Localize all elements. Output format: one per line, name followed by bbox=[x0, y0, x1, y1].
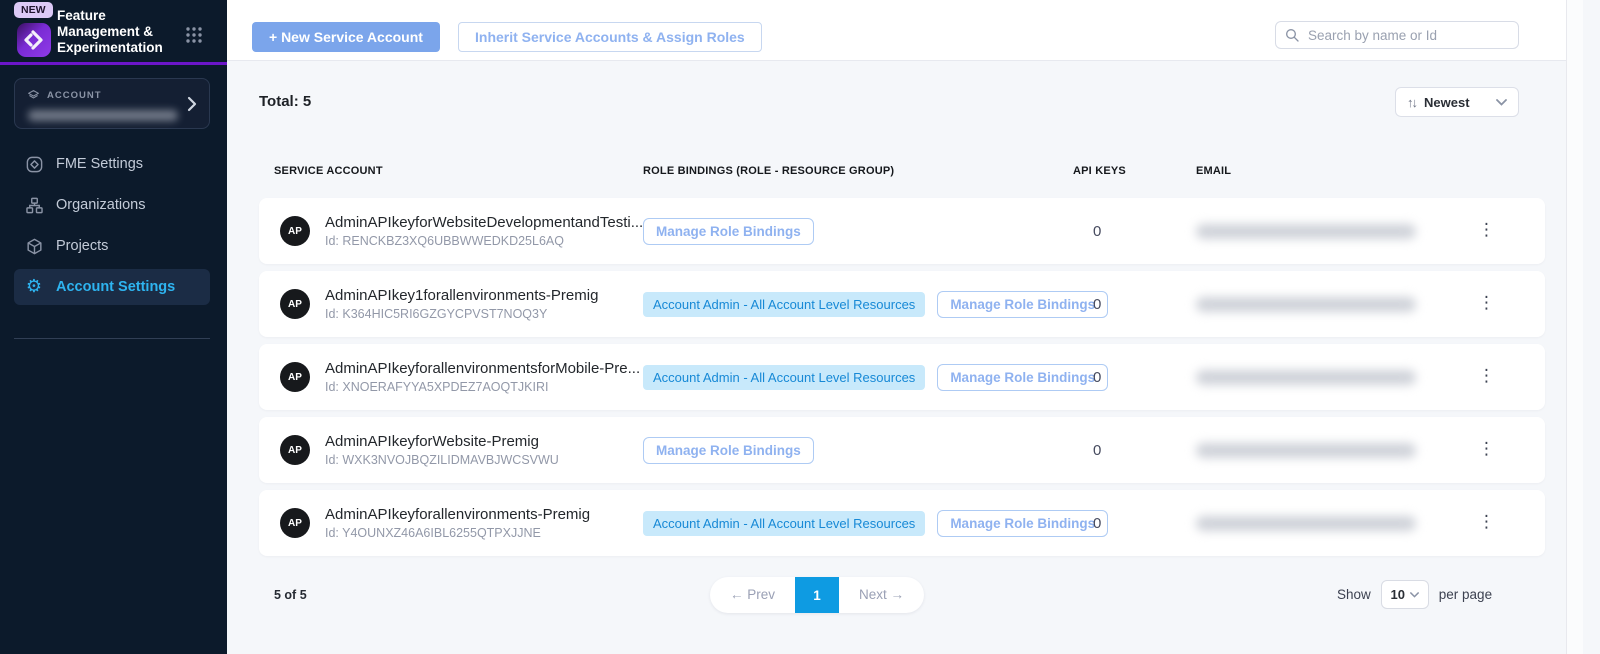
email-redacted bbox=[1196, 370, 1416, 385]
table-row: AP AdminAPIkey1forallenvironments-Premig… bbox=[259, 271, 1545, 337]
show-label: Show bbox=[1337, 587, 1371, 602]
sort-arrows-icon: ↑↓ bbox=[1407, 95, 1416, 110]
sort-selected-value: Newest bbox=[1424, 95, 1488, 110]
per-page-label: per page bbox=[1439, 587, 1492, 602]
role-binding-badge: Account Admin - All Account Level Resour… bbox=[643, 292, 925, 317]
org-chart-icon bbox=[24, 195, 44, 215]
topbar: + New Service Account Inherit Service Ac… bbox=[227, 0, 1583, 61]
role-binding-badge: Account Admin - All Account Level Resour… bbox=[643, 365, 925, 390]
account-selector[interactable]: ACCOUNT bbox=[14, 78, 210, 129]
service-account-name: AdminAPIkeyforallenvironmentsforMobile-P… bbox=[325, 360, 640, 377]
column-header-api-keys: API KEYS bbox=[1073, 165, 1196, 177]
new-badge: NEW bbox=[14, 2, 53, 18]
avatar: AP bbox=[280, 216, 310, 246]
table-header-row: SERVICE ACCOUNT ROLE BINDINGS (ROLE - RE… bbox=[259, 165, 1545, 177]
manage-role-bindings-button[interactable]: Manage Role Bindings bbox=[643, 218, 814, 245]
next-page-button[interactable]: Next → bbox=[839, 577, 924, 613]
gear-icon: ⚙ bbox=[24, 277, 44, 297]
fme-logo-icon bbox=[24, 154, 44, 174]
table-row: AP AdminAPIkeyforallenvironments-Premig … bbox=[259, 490, 1545, 556]
kebab-menu-icon[interactable]: ⋮ bbox=[1478, 220, 1495, 240]
prev-page-button[interactable]: ← Prev bbox=[710, 577, 795, 613]
layers-icon bbox=[27, 89, 40, 102]
accent-divider bbox=[0, 62, 227, 65]
pagination: ← Prev 1 Next → bbox=[710, 577, 924, 613]
api-keys-count: 0 bbox=[1073, 369, 1196, 386]
search-input[interactable] bbox=[1275, 21, 1519, 49]
service-account-name: AdminAPIkeyforWebsiteDevelopmentandTesti… bbox=[325, 214, 643, 231]
service-account-name: AdminAPIkeyforWebsite-Premig bbox=[325, 433, 559, 450]
manage-role-bindings-button[interactable]: Manage Role Bindings bbox=[643, 437, 814, 464]
service-account-name: AdminAPIkey1forallenvironments-Premig bbox=[325, 287, 598, 304]
sidebar-item-organizations[interactable]: Organizations bbox=[14, 187, 210, 223]
chevron-down-icon bbox=[1410, 592, 1419, 598]
sidebar: NEW Feature Management & Experimentation bbox=[0, 0, 227, 654]
page-size-select[interactable]: 10 bbox=[1381, 580, 1429, 609]
column-header-role-bindings: ROLE BINDINGS (ROLE - RESOURCE GROUP) bbox=[643, 165, 1073, 177]
page-number-active[interactable]: 1 bbox=[795, 577, 839, 613]
service-account-table: AP AdminAPIkeyforWebsiteDevelopmentandTe… bbox=[259, 198, 1545, 563]
avatar: AP bbox=[280, 508, 310, 538]
main-area: + New Service Account Inherit Service Ac… bbox=[227, 0, 1583, 654]
content-area: Total: 5 ↑↓ Newest SERVICE ACCOUNT ROLE … bbox=[227, 61, 1583, 654]
service-account-id: Id: Y4OUNXZ46A6IBL6255QTPXJJNE bbox=[325, 526, 590, 540]
role-binding-badge: Account Admin - All Account Level Resour… bbox=[643, 511, 925, 536]
kebab-menu-icon[interactable]: ⋮ bbox=[1478, 293, 1495, 313]
app-logo-icon bbox=[16, 22, 52, 58]
kebab-menu-icon[interactable]: ⋮ bbox=[1478, 366, 1495, 386]
sidebar-item-fme-settings[interactable]: FME Settings bbox=[14, 146, 210, 182]
sort-dropdown[interactable]: ↑↓ Newest bbox=[1395, 87, 1519, 117]
sidebar-item-label: FME Settings bbox=[56, 156, 143, 172]
sidebar-divider bbox=[14, 338, 210, 339]
inherit-service-accounts-button[interactable]: Inherit Service Accounts & Assign Roles bbox=[458, 22, 762, 52]
chevron-down-icon bbox=[1496, 99, 1507, 106]
kebab-menu-icon[interactable]: ⋮ bbox=[1478, 439, 1495, 459]
sidebar-item-account-settings[interactable]: ⚙ Account Settings bbox=[14, 269, 210, 305]
service-account-id: Id: WXK3NVOJBQZILIDMAVBJWCSVWU bbox=[325, 453, 559, 467]
column-header-service-account: SERVICE ACCOUNT bbox=[259, 165, 643, 177]
email-redacted bbox=[1196, 297, 1416, 312]
api-keys-count: 0 bbox=[1073, 515, 1196, 532]
api-keys-count: 0 bbox=[1073, 442, 1196, 459]
kebab-menu-icon[interactable]: ⋮ bbox=[1478, 512, 1495, 532]
sidebar-item-label: Organizations bbox=[56, 197, 145, 213]
sidebar-item-label: Account Settings bbox=[56, 279, 175, 295]
api-keys-count: 0 bbox=[1073, 296, 1196, 313]
sidebar-item-label: Projects bbox=[56, 238, 108, 254]
table-row: AP AdminAPIkeyforallenvironmentsforMobil… bbox=[259, 344, 1545, 410]
avatar: AP bbox=[280, 362, 310, 392]
service-account-name: AdminAPIkeyforallenvironments-Premig bbox=[325, 506, 590, 523]
email-redacted bbox=[1196, 224, 1416, 239]
sidebar-nav: FME Settings Organizations Projects bbox=[14, 146, 210, 310]
new-service-account-button[interactable]: + New Service Account bbox=[252, 22, 440, 52]
sidebar-item-projects[interactable]: Projects bbox=[14, 228, 210, 264]
chevron-right-icon bbox=[187, 96, 197, 112]
service-account-id: Id: K364HIC5RI6GZGYCPVST7NOQ3Y bbox=[325, 307, 598, 321]
email-redacted bbox=[1196, 443, 1416, 458]
table-row: AP AdminAPIkeyforWebsiteDevelopmentandTe… bbox=[259, 198, 1545, 264]
page-size-control: Show 10 per page bbox=[1337, 580, 1492, 609]
service-account-id: Id: RENCKBZ3XQ6UBBWWEDKD25L6AQ bbox=[325, 234, 643, 248]
table-row: AP AdminAPIkeyforWebsite-Premig Id: WXK3… bbox=[259, 417, 1545, 483]
api-keys-count: 0 bbox=[1073, 223, 1196, 240]
search-box bbox=[1275, 21, 1519, 49]
email-redacted bbox=[1196, 516, 1416, 531]
app-switcher-grid-icon[interactable] bbox=[185, 26, 203, 44]
avatar: AP bbox=[280, 435, 310, 465]
account-name-redacted bbox=[28, 110, 178, 121]
sidebar-header: NEW Feature Management & Experimentation bbox=[0, 0, 227, 62]
avatar: AP bbox=[280, 289, 310, 319]
search-icon bbox=[1284, 27, 1300, 43]
total-count: Total: 5 bbox=[259, 93, 311, 110]
scrollbar-gutter[interactable] bbox=[1566, 0, 1583, 654]
app-title: Feature Management & Experimentation bbox=[57, 8, 183, 56]
account-label: ACCOUNT bbox=[47, 90, 102, 101]
page-size-value: 10 bbox=[1391, 587, 1405, 602]
cube-icon bbox=[24, 236, 44, 256]
column-header-email: EMAIL bbox=[1196, 165, 1478, 177]
pagination-summary: 5 of 5 bbox=[274, 588, 307, 602]
service-account-id: Id: XNOERAFYYA5XPDEZ7AOQTJKIRI bbox=[325, 380, 640, 394]
